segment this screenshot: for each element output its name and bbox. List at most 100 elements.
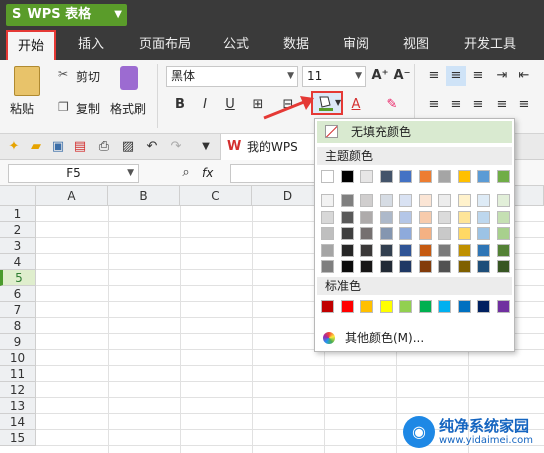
tab-2[interactable]: 页面布局 — [130, 30, 200, 60]
open-folder-icon[interactable]: ▰ — [26, 137, 46, 157]
standard-color-swatch[interactable] — [457, 300, 471, 313]
standard-color-swatch[interactable] — [379, 300, 393, 313]
theme-shade-swatch[interactable] — [399, 243, 412, 257]
italic-button[interactable]: I — [195, 95, 215, 115]
standard-color-swatch[interactable] — [321, 300, 334, 313]
theme-shade-swatch[interactable] — [321, 260, 334, 273]
formula-input[interactable] — [230, 164, 320, 183]
theme-shade-swatch[interactable] — [477, 210, 490, 224]
theme-color-swatch[interactable] — [457, 170, 471, 183]
row-header[interactable]: 12 — [0, 382, 36, 398]
row-header[interactable]: 3 — [0, 238, 36, 254]
redo-icon[interactable]: ↷ — [166, 137, 186, 157]
save-icon[interactable]: ▣ — [48, 137, 68, 157]
chevron-down-icon[interactable]: ▼ — [196, 137, 216, 157]
theme-shade-swatch[interactable] — [477, 260, 490, 273]
theme-color-swatch[interactable] — [438, 170, 451, 183]
undo-icon[interactable]: ↶ — [142, 137, 162, 157]
theme-shade-swatch[interactable] — [399, 210, 412, 224]
theme-shade-swatch[interactable] — [360, 260, 373, 273]
standard-color-swatch[interactable] — [496, 300, 510, 313]
theme-shade-swatch[interactable] — [438, 260, 451, 273]
row-header[interactable]: 2 — [0, 222, 36, 238]
tab-1[interactable]: 插入 — [66, 30, 116, 60]
row-header[interactable]: 13 — [0, 398, 36, 414]
align-bottom-icon[interactable]: ≡ — [468, 66, 488, 86]
indent-icon[interactable]: ⇥ — [492, 66, 512, 86]
theme-shade-swatch[interactable] — [399, 227, 412, 240]
theme-shade-swatch[interactable] — [457, 194, 471, 207]
theme-shade-swatch[interactable] — [438, 243, 451, 257]
tab-3[interactable]: 公式 — [212, 30, 260, 60]
theme-shade-swatch[interactable] — [379, 194, 393, 207]
align-middle-icon[interactable]: ≡ — [446, 66, 466, 86]
print-icon[interactable]: ⎙ — [94, 137, 114, 157]
theme-shade-swatch[interactable] — [418, 260, 432, 273]
app-menu-button[interactable]: S WPS 表格 ▼ — [6, 4, 127, 26]
theme-shade-swatch[interactable] — [496, 243, 510, 257]
align-left-icon[interactable]: ≡ — [424, 95, 444, 115]
tab-0[interactable]: 开始 — [6, 30, 56, 60]
theme-shade-swatch[interactable] — [340, 260, 354, 273]
theme-shade-swatch[interactable] — [360, 243, 373, 257]
theme-shade-swatch[interactable] — [438, 227, 451, 240]
tab-7[interactable]: 开发工具 — [452, 30, 528, 60]
standard-color-swatch[interactable] — [418, 300, 432, 313]
row-header[interactable]: 6 — [0, 286, 36, 302]
theme-shade-swatch[interactable] — [379, 210, 393, 224]
distribute-icon[interactable]: ≡ — [514, 95, 534, 115]
standard-color-swatch[interactable] — [340, 300, 354, 313]
theme-shade-swatch[interactable] — [496, 210, 510, 224]
theme-shade-swatch[interactable] — [496, 194, 510, 207]
theme-shade-swatch[interactable] — [418, 210, 432, 224]
paste-button[interactable]: 粘贴 — [10, 100, 34, 117]
standard-color-swatch[interactable] — [438, 300, 451, 313]
row-header[interactable]: 9 — [0, 334, 36, 350]
row-header[interactable]: 11 — [0, 366, 36, 382]
column-header[interactable]: B — [108, 186, 180, 206]
theme-color-swatch[interactable] — [321, 170, 334, 183]
select-all-corner[interactable] — [0, 186, 36, 206]
copy-button[interactable]: 复制 — [76, 100, 100, 117]
standard-color-swatch[interactable] — [477, 300, 490, 313]
theme-shade-swatch[interactable] — [496, 260, 510, 273]
paste-icon[interactable] — [14, 66, 40, 96]
row-header[interactable]: 4 — [0, 254, 36, 270]
theme-shade-swatch[interactable] — [399, 260, 412, 273]
fx-label[interactable]: fx — [202, 166, 213, 180]
row-header[interactable]: 10 — [0, 350, 36, 366]
theme-color-swatch[interactable] — [418, 170, 432, 183]
theme-shade-swatch[interactable] — [457, 210, 471, 224]
row-header[interactable]: 1 — [0, 206, 36, 222]
row-header[interactable]: 8 — [0, 318, 36, 334]
font-size-combo[interactable]: 11 ▼ — [302, 66, 366, 87]
zoom-icon[interactable]: ⌕ — [176, 163, 196, 183]
theme-shade-swatch[interactable] — [477, 194, 490, 207]
outdent-icon[interactable]: ⇤ — [514, 66, 534, 86]
more-colors-option[interactable]: 其他颜色(M)... — [323, 329, 424, 347]
theme-color-swatch[interactable] — [399, 170, 412, 183]
theme-shade-swatch[interactable] — [340, 243, 354, 257]
new-file-icon[interactable]: ✦ — [4, 137, 24, 157]
theme-shade-swatch[interactable] — [438, 210, 451, 224]
theme-color-swatch[interactable] — [496, 170, 510, 183]
tab-4[interactable]: 数据 — [272, 30, 320, 60]
theme-shade-swatch[interactable] — [418, 227, 432, 240]
theme-shade-swatch[interactable] — [477, 243, 490, 257]
bold-button[interactable]: B — [170, 95, 190, 115]
format-painter-button[interactable]: 格式刷 — [110, 100, 146, 117]
theme-shade-swatch[interactable] — [457, 243, 471, 257]
theme-shade-swatch[interactable] — [457, 260, 471, 273]
row-header[interactable]: 14 — [0, 414, 36, 430]
copy-icon[interactable]: ❐ — [58, 100, 69, 114]
theme-shade-swatch[interactable] — [379, 227, 393, 240]
row-header[interactable]: 7 — [0, 302, 36, 318]
document-tab[interactable]: W 我的WPS — [220, 134, 316, 160]
increase-font-icon[interactable]: A⁺ — [370, 66, 390, 86]
scissors-icon[interactable]: ✂ — [58, 67, 68, 81]
theme-shade-swatch[interactable] — [418, 194, 432, 207]
format-painter-icon[interactable] — [120, 66, 138, 90]
font-color-icon[interactable]: A — [346, 95, 366, 115]
theme-color-swatch[interactable] — [379, 170, 393, 183]
theme-shade-swatch[interactable] — [340, 227, 354, 240]
